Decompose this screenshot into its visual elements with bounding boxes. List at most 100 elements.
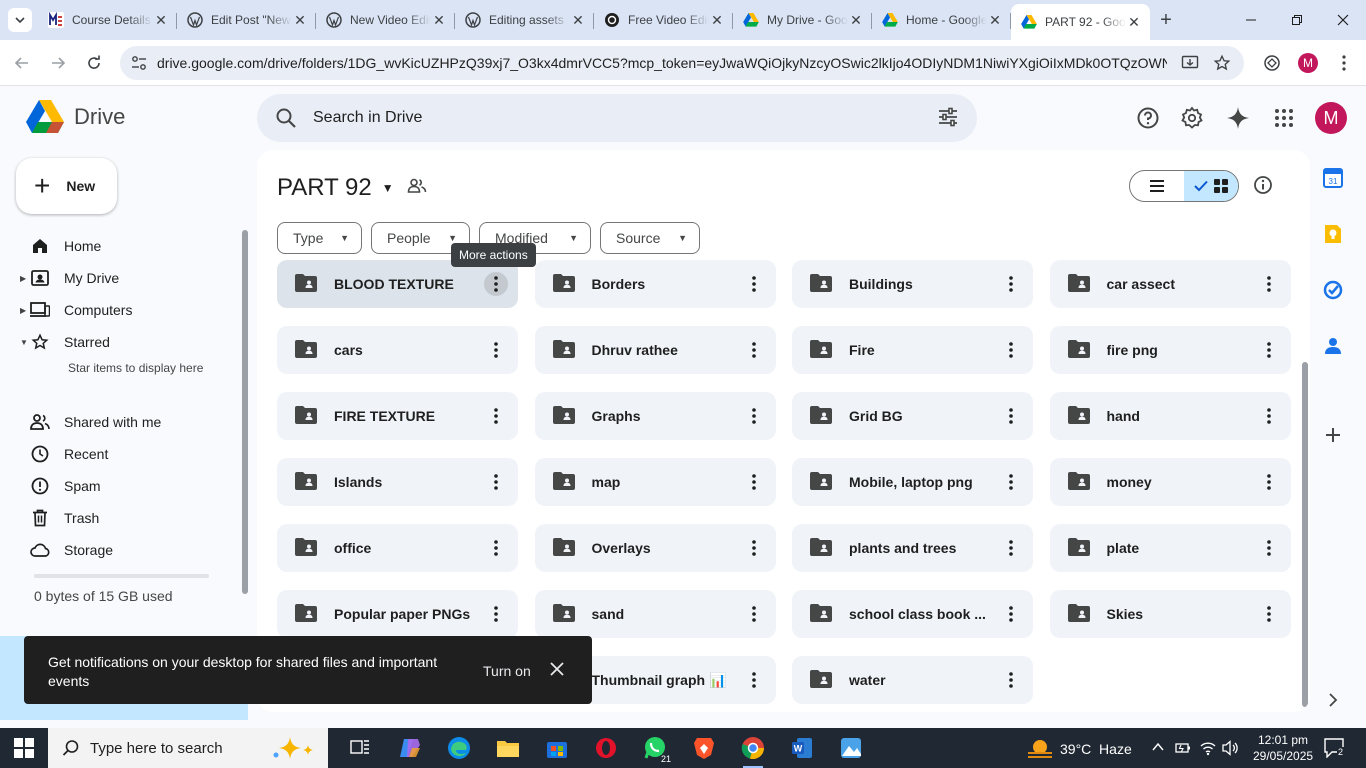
site-info-icon[interactable] bbox=[130, 54, 148, 72]
store-taskbar-button[interactable] bbox=[537, 732, 577, 764]
new-button[interactable]: + New bbox=[16, 158, 117, 214]
more-actions-icon[interactable] bbox=[1257, 404, 1281, 428]
keep-app-button[interactable] bbox=[1322, 223, 1344, 245]
more-actions-icon[interactable] bbox=[999, 272, 1023, 296]
info-icon[interactable] bbox=[1253, 175, 1273, 195]
close-tab-icon[interactable]: ✕ bbox=[292, 12, 308, 28]
settings-button[interactable] bbox=[1176, 102, 1208, 134]
grid-view-button[interactable] bbox=[1184, 171, 1238, 201]
close-tab-icon[interactable]: ✕ bbox=[570, 12, 586, 28]
sidebar-item-computers[interactable]: ▶ Computers bbox=[20, 296, 132, 324]
sidebar-item-my-drive[interactable]: ▶ My Drive bbox=[20, 264, 119, 292]
more-actions-icon[interactable] bbox=[742, 404, 766, 428]
folder-card[interactable]: Skies bbox=[1049, 590, 1291, 638]
close-tab-icon[interactable]: ✕ bbox=[153, 12, 169, 28]
sidebar-item-starred[interactable]: ▼ Starred bbox=[20, 328, 110, 356]
address-bar[interactable]: drive.google.com/drive/folders/1DG_wvKic… bbox=[120, 46, 1244, 80]
filter-chip-source[interactable]: Source ▼ bbox=[600, 222, 700, 254]
taskbar-search[interactable]: Type here to search bbox=[48, 728, 328, 768]
more-actions-icon[interactable] bbox=[999, 536, 1023, 560]
install-app-button[interactable] bbox=[1176, 49, 1204, 77]
folder-card[interactable]: Popular paper PNGs bbox=[277, 590, 518, 638]
folder-card[interactable]: car assect bbox=[1049, 260, 1291, 308]
support-button[interactable] bbox=[1132, 102, 1164, 134]
filter-chip-type[interactable]: Type ▼ bbox=[277, 222, 362, 254]
reload-button[interactable] bbox=[80, 49, 108, 77]
more-actions-icon[interactable] bbox=[999, 404, 1023, 428]
caret-right-icon[interactable]: ▶ bbox=[20, 274, 30, 283]
weather-widget[interactable]: 39°C Haze bbox=[1028, 738, 1132, 760]
sidebar-item-trash[interactable]: Trash bbox=[20, 504, 99, 532]
more-actions-icon[interactable] bbox=[999, 338, 1023, 362]
caret-down-icon[interactable]: ▼ bbox=[20, 338, 30, 347]
folder-card[interactable]: Overlays bbox=[534, 524, 776, 572]
browser-tab[interactable]: Edit Post "New ✕ bbox=[177, 4, 316, 36]
folder-card[interactable]: Graphs bbox=[534, 392, 776, 440]
more-actions-icon[interactable] bbox=[484, 404, 508, 428]
folder-card[interactable]: Islands bbox=[277, 458, 518, 506]
minimize-button[interactable] bbox=[1228, 0, 1274, 40]
side-panel-toggle[interactable] bbox=[1322, 689, 1344, 711]
browser-menu-button[interactable] bbox=[1330, 49, 1358, 77]
more-actions-icon[interactable] bbox=[1257, 338, 1281, 362]
close-window-button[interactable] bbox=[1320, 0, 1366, 40]
folder-card[interactable]: Buildings bbox=[792, 260, 1033, 308]
calendar-app-button[interactable]: 31 bbox=[1322, 167, 1344, 189]
shared-folder-icon[interactable] bbox=[407, 176, 427, 196]
search-options-icon[interactable] bbox=[937, 106, 959, 128]
folder-card[interactable]: sand bbox=[534, 590, 776, 638]
browser-tab[interactable]: Course Details ✕ bbox=[38, 4, 177, 36]
windows-start-icon[interactable] bbox=[14, 738, 34, 758]
more-actions-icon[interactable] bbox=[742, 272, 766, 296]
google-apps-button[interactable] bbox=[1268, 102, 1300, 134]
browser-tab[interactable]: My Drive - Google✕ bbox=[733, 4, 872, 36]
sidebar-item-recent[interactable]: Recent bbox=[20, 440, 108, 468]
browser-tab[interactable]: Editing assets ✕ bbox=[455, 4, 594, 36]
folder-card[interactable]: Dhruv rathee bbox=[534, 326, 776, 374]
folder-card[interactable]: cars bbox=[277, 326, 518, 374]
photos-taskbar-button[interactable] bbox=[831, 732, 871, 764]
whatsapp-taskbar-button[interactable]: 21 bbox=[635, 732, 675, 764]
sidebar-item-home[interactable]: Home bbox=[20, 232, 101, 260]
more-actions-icon[interactable] bbox=[484, 338, 508, 362]
battery-icon[interactable] bbox=[1175, 741, 1191, 755]
close-tab-icon[interactable]: ✕ bbox=[987, 12, 1003, 28]
new-tab-button[interactable]: + bbox=[1150, 4, 1182, 36]
search-input[interactable]: Search in Drive bbox=[313, 109, 422, 127]
sidebar-item-shared-with-me[interactable]: Shared with me bbox=[20, 408, 161, 436]
folder-card[interactable]: map bbox=[534, 458, 776, 506]
more-actions-icon[interactable] bbox=[1257, 470, 1281, 494]
browser-tab[interactable]: New Video Editor✕ bbox=[316, 4, 455, 36]
tasks-app-button[interactable] bbox=[1322, 279, 1344, 301]
more-actions-icon[interactable] bbox=[742, 338, 766, 362]
caret-right-icon[interactable]: ▶ bbox=[20, 306, 30, 315]
more-actions-icon[interactable] bbox=[999, 602, 1023, 626]
tab-search-button[interactable] bbox=[8, 8, 32, 32]
more-actions-icon[interactable] bbox=[484, 470, 508, 494]
chevron-up-icon[interactable] bbox=[1152, 742, 1164, 752]
close-tab-icon[interactable]: ✕ bbox=[1126, 14, 1142, 30]
chrome-taskbar-button[interactable] bbox=[733, 732, 773, 768]
folder-card[interactable]: office bbox=[277, 524, 518, 572]
folder-card[interactable]: Mobile, laptop png bbox=[792, 458, 1033, 506]
notification-center-button[interactable]: 2 bbox=[1324, 738, 1345, 763]
folder-card[interactable]: plate bbox=[1049, 524, 1291, 572]
file-explorer-taskbar-button[interactable] bbox=[488, 732, 528, 764]
folder-card[interactable]: Grid BG bbox=[792, 392, 1033, 440]
task-view-button[interactable] bbox=[340, 732, 380, 764]
edge-taskbar-button[interactable] bbox=[439, 732, 479, 764]
brave-taskbar-button[interactable] bbox=[684, 732, 724, 764]
more-actions-icon[interactable] bbox=[742, 602, 766, 626]
opera-taskbar-button[interactable] bbox=[586, 732, 626, 764]
gemini-button[interactable] bbox=[1222, 102, 1254, 134]
taskbar-clock[interactable]: 12:01 pm 29/05/2025 bbox=[1253, 732, 1313, 764]
folder-title-button[interactable]: PART 92 ▼ bbox=[277, 174, 394, 202]
bookmark-button[interactable] bbox=[1208, 49, 1236, 77]
sidebar-item-storage[interactable]: Storage bbox=[20, 536, 113, 564]
volume-icon[interactable] bbox=[1222, 740, 1240, 756]
sidebar-scrollbar[interactable] bbox=[242, 230, 248, 594]
wifi-icon[interactable] bbox=[1200, 740, 1216, 756]
forward-button[interactable] bbox=[44, 49, 72, 77]
more-actions-icon[interactable] bbox=[999, 668, 1023, 692]
main-scrollbar[interactable] bbox=[1302, 362, 1308, 707]
